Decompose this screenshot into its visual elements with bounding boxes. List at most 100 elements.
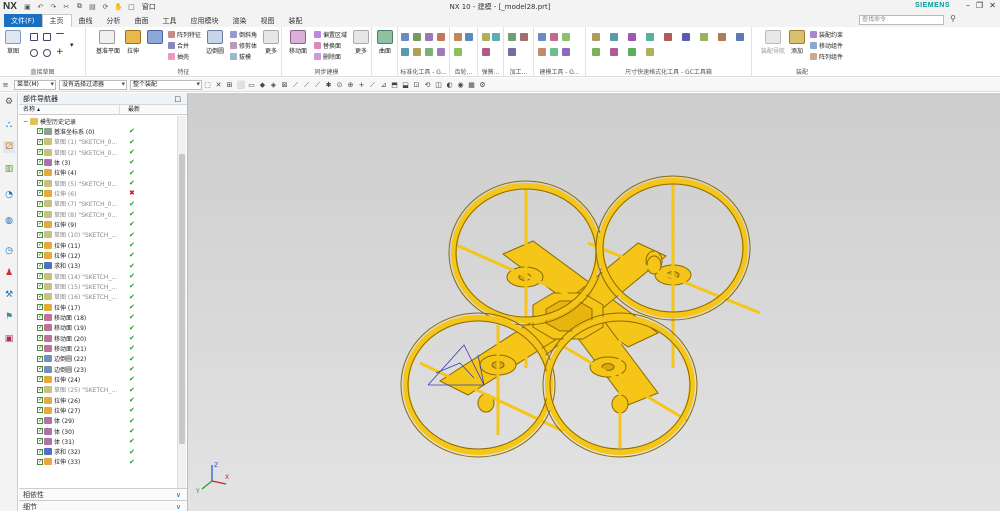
restore-icon[interactable]: ❐ <box>976 1 983 10</box>
tree-item[interactable]: ✓ 拉伸 (33) ✔ <box>19 457 178 467</box>
role-icon[interactable]: ⚑ <box>3 311 15 323</box>
drone-model[interactable]: Z Y X <box>188 93 1000 511</box>
lasso-icon[interactable]: ⬜ <box>237 81 246 89</box>
edge-blend-button[interactable]: 边倒圆 <box>204 30 226 55</box>
web-browser-icon[interactable]: ◍ <box>3 215 15 227</box>
sketch-button[interactable]: 草图 <box>2 30 24 55</box>
std-tool-icon-8[interactable] <box>437 48 445 56</box>
visibility-checkbox[interactable]: ✓ <box>37 407 43 414</box>
tree-item[interactable]: ✓ 边倒圆 (22) ✔ <box>19 354 178 364</box>
graphics-window[interactable]: Z Y X <box>188 93 1000 511</box>
model-tool-icon-2[interactable] <box>550 33 558 41</box>
tree-item[interactable]: ✓ 体 (31) ✔ <box>19 436 178 446</box>
tree-item[interactable]: ✓ 体 (30) ✔ <box>19 426 178 436</box>
system-scene-icon[interactable]: ▣ <box>3 333 15 345</box>
snap-icon[interactable]: ⊠ <box>281 81 289 89</box>
scrollbar-thumb[interactable] <box>179 154 185 444</box>
part-navigator-icon[interactable]: ⚂ <box>3 141 15 153</box>
tab-curve[interactable]: 曲线 <box>72 14 100 27</box>
tree-item[interactable]: ✓ 移动面 (19) ✔ <box>19 323 178 333</box>
surface-button[interactable]: 曲面 <box>374 30 396 55</box>
dependents-panel[interactable]: 相依性 ∨ <box>19 488 187 500</box>
tree-item[interactable]: ✓ 基准坐标系 (0) ✔ <box>19 126 178 136</box>
tree-item[interactable]: ✓ 草图 (15) "SKETCH_... ✔ <box>19 281 178 291</box>
minimize-icon[interactable]: – <box>966 1 970 10</box>
std-tool-icon-1[interactable] <box>401 33 409 41</box>
tree-item[interactable]: ✓ 求和 (32) ✔ <box>19 447 178 457</box>
tree-item[interactable]: ✓ 拉伸 (17) ✔ <box>19 302 178 312</box>
std-tool-icon-3[interactable] <box>425 33 433 41</box>
column-latest[interactable]: 最新 <box>119 105 169 114</box>
visibility-checkbox[interactable]: ✓ <box>37 324 43 331</box>
model-tool-icon-5[interactable] <box>550 48 558 56</box>
visibility-checkbox[interactable]: ✓ <box>37 200 43 207</box>
add-component-button[interactable]: 添加 <box>786 30 808 55</box>
tab-file[interactable]: 文件(F) <box>4 14 42 27</box>
gear-tool-icon[interactable] <box>454 33 462 41</box>
extrude-button[interactable]: 拉伸 <box>122 30 144 55</box>
body-select-icon[interactable]: ◈ <box>270 81 278 89</box>
dim-tool-icon-11[interactable] <box>610 48 618 56</box>
gear-tool-icon-2[interactable] <box>465 33 473 41</box>
visibility-checkbox[interactable]: ✓ <box>37 138 43 145</box>
undo-icon[interactable]: ↶ <box>36 2 45 11</box>
shell-button[interactable]: 抽壳 <box>168 52 189 61</box>
visibility-checkbox[interactable]: ✓ <box>37 211 43 218</box>
dim-tool-icon-10[interactable] <box>592 48 600 56</box>
visibility-checkbox[interactable]: ✓ <box>37 314 43 321</box>
visibility-checkbox[interactable]: ✓ <box>37 293 43 300</box>
tree-item[interactable]: ✓ 草图 (7) "SKETCH_0... ✔ <box>19 199 178 209</box>
tree-item[interactable]: ✓ 拉伸 (24) ✔ <box>19 374 178 384</box>
process-studio-icon[interactable]: ⚒ <box>3 289 15 301</box>
hd3d-icon[interactable]: ◔ <box>3 189 15 201</box>
visibility-checkbox[interactable]: ✓ <box>37 231 43 238</box>
tab-view[interactable]: 视图 <box>254 14 282 27</box>
circle-icon[interactable] <box>43 49 51 57</box>
dim-tool-icon-4[interactable] <box>646 33 654 41</box>
visibility-checkbox[interactable]: ✓ <box>37 273 43 280</box>
visibility-checkbox[interactable]: ✓ <box>37 283 43 290</box>
move-component-button[interactable]: 移动组件 <box>810 41 843 50</box>
tab-home[interactable]: 主页 <box>41 14 72 27</box>
cut-icon[interactable]: ✂ <box>62 2 71 11</box>
tree-item[interactable]: ✓ 草图 (25) "SKETCH_... ✔ <box>19 385 178 395</box>
tree-item[interactable]: ✓ 草图 (5) "SKETCH_0... ✔ <box>19 178 178 188</box>
std-tool-icon-6[interactable] <box>413 48 421 56</box>
history-icon[interactable]: ◷ <box>3 245 15 257</box>
filter-icon[interactable]: ⊞ <box>226 81 234 89</box>
visibility-checkbox[interactable]: ✓ <box>37 428 43 434</box>
unite-button[interactable]: 合并 <box>168 41 189 50</box>
dim-tool-icon-12[interactable] <box>628 48 636 56</box>
visibility-checkbox[interactable]: ✓ <box>37 355 43 362</box>
visibility-checkbox[interactable]: ✓ <box>37 149 43 156</box>
tree-item[interactable]: ✓ 移动面 (20) ✔ <box>19 333 178 343</box>
tree-item[interactable]: ✓ 草图 (1) "SKETCH_0... ✔ <box>19 137 178 147</box>
visibility-checkbox[interactable]: ✓ <box>37 335 43 342</box>
arc-icon[interactable] <box>30 49 38 57</box>
chamfer-button[interactable]: 倒斜角 <box>230 30 257 39</box>
rectangle-icon[interactable] <box>43 33 51 41</box>
redo-icon[interactable]: ↷ <box>49 2 58 11</box>
render-style-icon[interactable]: ◐ <box>446 81 454 89</box>
pattern-component-button[interactable]: 阵列组件 <box>810 52 843 61</box>
model-tool-icon-6[interactable] <box>562 48 570 56</box>
pattern-feature-button[interactable]: 阵列特征 <box>168 30 201 39</box>
maximize-panel-icon[interactable]: □ <box>174 93 181 105</box>
block-button[interactable] <box>144 30 166 44</box>
visibility-checkbox[interactable]: ✓ <box>37 386 43 393</box>
visibility-checkbox[interactable]: ✓ <box>37 366 43 373</box>
tree-item[interactable]: ✓ 拉伸 (4) ✔ <box>19 168 178 178</box>
visibility-checkbox[interactable]: ✓ <box>37 128 43 135</box>
tree-item[interactable]: ✓ 草图 (14) "SKETCH_... ✔ <box>19 271 178 281</box>
save-icon[interactable]: ▣ <box>23 2 32 11</box>
snap-center-icon[interactable]: ⊙ <box>336 81 344 89</box>
dim-tool-icon-2[interactable] <box>610 33 618 41</box>
trim-body-button[interactable]: 修剪体 <box>230 41 257 50</box>
view-orient-icon[interactable]: ⬒ <box>391 81 399 89</box>
dim-tool-icon-8[interactable] <box>718 33 726 41</box>
display-icon[interactable]: ◉ <box>457 81 465 89</box>
column-name[interactable]: 名称 ▴ <box>19 105 119 114</box>
tree-item[interactable]: ✓ 求和 (13) ✔ <box>19 261 178 271</box>
tree-item[interactable]: ✓ 体 (3) ✔ <box>19 157 178 167</box>
tab-tools[interactable]: 工具 <box>156 14 184 27</box>
